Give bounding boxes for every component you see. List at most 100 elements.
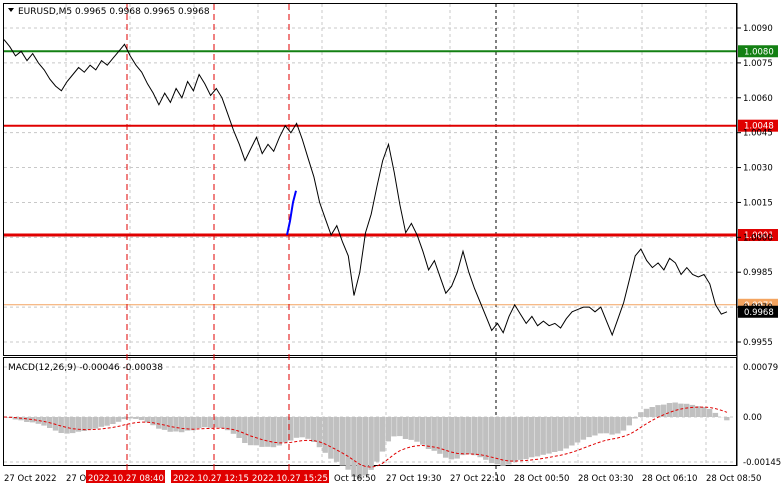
macd-bar bbox=[604, 417, 609, 433]
current-price-label: 0.9968 bbox=[744, 308, 774, 318]
macd-bar bbox=[713, 413, 718, 417]
macd-bar bbox=[219, 417, 224, 428]
macd-bar bbox=[231, 417, 236, 434]
time-label: 2022.10.27 12:15 bbox=[173, 474, 249, 484]
macd-bar bbox=[242, 417, 247, 443]
macd-bar bbox=[133, 417, 138, 419]
macd-bar bbox=[500, 417, 505, 466]
price-tick-label: 1.0060 bbox=[743, 94, 773, 104]
price-tick-label: 0.9985 bbox=[743, 268, 773, 278]
macd-bar bbox=[334, 417, 339, 462]
macd-bar bbox=[644, 409, 649, 417]
macd-bar bbox=[156, 417, 161, 429]
macd-bar bbox=[391, 417, 396, 436]
macd-bar bbox=[581, 417, 586, 440]
macd-bar bbox=[552, 417, 557, 452]
macd-bar bbox=[374, 417, 379, 462]
macd-bar bbox=[667, 403, 672, 417]
macd-bar bbox=[87, 417, 92, 429]
macd-bar bbox=[305, 417, 310, 439]
macd-bar bbox=[311, 417, 316, 442]
macd-bar bbox=[409, 417, 414, 440]
macd-bar bbox=[145, 417, 150, 422]
macd-bar bbox=[684, 404, 689, 417]
time-label: 28 Oct 06:10 bbox=[642, 474, 697, 484]
price-pane[interactable] bbox=[4, 4, 737, 356]
macd-bar bbox=[638, 412, 643, 417]
macd-bar bbox=[397, 417, 402, 436]
macd-bar bbox=[472, 417, 477, 455]
macd-bar bbox=[569, 417, 574, 446]
macd-bar bbox=[236, 417, 241, 438]
macd-bar bbox=[202, 417, 207, 427]
time-label: 2022.10.27 15:25 bbox=[252, 474, 328, 484]
macd-bar bbox=[64, 417, 69, 434]
price-tick-label: 1.0030 bbox=[743, 164, 773, 174]
macd-bar bbox=[380, 417, 385, 452]
macd-bar bbox=[414, 417, 419, 442]
macd-bar bbox=[586, 417, 591, 437]
macd-bar bbox=[82, 417, 87, 431]
time-label: 27 Oct 19:30 bbox=[386, 474, 441, 484]
macd-bar bbox=[678, 404, 683, 417]
macd-bar bbox=[558, 417, 563, 451]
macd-bar bbox=[70, 417, 75, 433]
macd-bar bbox=[489, 417, 494, 463]
macd-bar bbox=[265, 417, 270, 447]
macd-bar bbox=[403, 417, 408, 439]
macd-bar bbox=[127, 417, 132, 418]
macd-bar bbox=[357, 417, 362, 479]
macd-bar bbox=[535, 417, 540, 456]
macd-bar bbox=[627, 417, 632, 425]
macd-bar bbox=[208, 417, 213, 428]
time-label: 28 Oct 00:50 bbox=[514, 474, 569, 484]
macd-bar bbox=[454, 417, 459, 459]
macd-tick-label: -0.00145 bbox=[743, 458, 781, 468]
symbol-label: EURUSD,M5 bbox=[18, 7, 72, 17]
macd-bar bbox=[104, 417, 109, 426]
ohlc-readout: 0.9965 0.9968 0.9965 0.9968 bbox=[75, 7, 210, 17]
macd-bar bbox=[173, 417, 178, 432]
macd-bar bbox=[259, 417, 264, 447]
macd-bar bbox=[449, 417, 454, 459]
price-tick-label: 1.0090 bbox=[743, 24, 773, 34]
macd-title: MACD(12,26,9) -0.00046 -0.00038 bbox=[8, 363, 163, 373]
macd-bar bbox=[24, 417, 29, 422]
macd-tick-label: 0.00079 bbox=[743, 363, 778, 373]
time-label: 28 Oct 08:50 bbox=[706, 474, 761, 484]
macd-bar bbox=[609, 417, 614, 435]
macd-bar bbox=[477, 417, 482, 457]
macd-bar bbox=[122, 417, 127, 419]
macd-bar bbox=[495, 417, 500, 464]
macd-bar bbox=[340, 417, 345, 466]
macd-bar bbox=[529, 417, 534, 457]
price-tick-label: 1.0000 bbox=[743, 233, 773, 243]
macd-bar bbox=[150, 417, 155, 425]
macd-bar bbox=[592, 417, 597, 436]
price-tick-label: 1.0045 bbox=[743, 129, 773, 139]
macd-bar bbox=[655, 405, 660, 417]
macd-bar bbox=[443, 417, 448, 458]
macd-bar bbox=[724, 417, 729, 420]
macd-bar bbox=[632, 417, 637, 419]
macd-bar bbox=[650, 407, 655, 417]
macd-bar bbox=[139, 417, 144, 420]
macd-bar bbox=[368, 417, 373, 470]
macd-bar bbox=[541, 417, 546, 455]
macd-bar bbox=[294, 417, 299, 438]
macd-bar bbox=[426, 417, 431, 449]
macd-bar bbox=[282, 417, 287, 442]
macd-bar bbox=[701, 407, 706, 417]
macd-bar bbox=[351, 417, 356, 477]
macd-bar bbox=[621, 417, 626, 431]
macd-bar bbox=[564, 417, 569, 449]
macd-bar bbox=[460, 417, 465, 455]
price-tick-label: 0.9955 bbox=[743, 338, 773, 348]
macd-bar bbox=[707, 409, 712, 417]
macd-bar bbox=[323, 417, 328, 453]
trading-chart[interactable]: 1.00801.00481.00010.9971 1.00901.00751.0… bbox=[0, 0, 781, 489]
macd-bar bbox=[93, 417, 98, 429]
price-tick-label: 1.0075 bbox=[743, 59, 773, 69]
macd-bar bbox=[196, 417, 201, 428]
macd-bar bbox=[386, 417, 391, 441]
